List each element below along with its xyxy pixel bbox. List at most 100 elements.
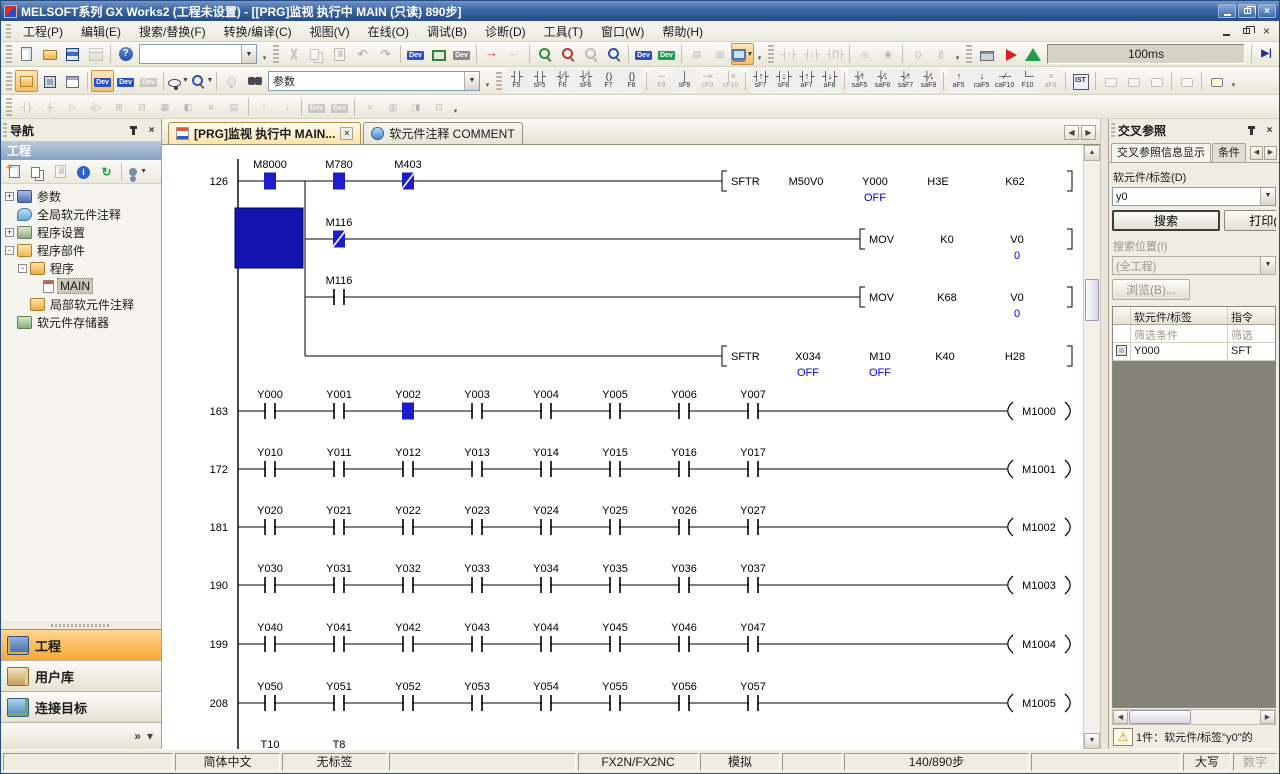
pin-icon[interactable] bbox=[126, 123, 141, 137]
menu-item-3[interactable]: 搜索/替换(F) bbox=[130, 22, 215, 42]
panel-splitter-handle[interactable] bbox=[1, 621, 161, 629]
menu-item-10[interactable]: 窗口(W) bbox=[592, 22, 653, 42]
toolbar-grip[interactable] bbox=[273, 45, 279, 63]
simulation-start-button[interactable] bbox=[998, 43, 1021, 65]
tab-close-icon[interactable]: × bbox=[340, 127, 353, 140]
application-instruction-button[interactable]: { }F8 bbox=[620, 68, 643, 93]
inline-st-button[interactable]: IST bbox=[1069, 70, 1092, 92]
panel-grip[interactable] bbox=[3, 123, 7, 137]
tab-scroll-right-icon[interactable]: ▶ bbox=[1081, 125, 1096, 140]
write-to-plc-button[interactable]: → bbox=[480, 43, 503, 65]
toolbar-grip[interactable] bbox=[6, 98, 12, 116]
simulation-stop-button[interactable] bbox=[1021, 43, 1044, 65]
rising-pulse-close-branch-button[interactable]: ┤∕↑saF7 bbox=[894, 68, 917, 93]
menu-item-1[interactable]: 工程(P) bbox=[14, 22, 72, 42]
device-monitor-button[interactable] bbox=[427, 43, 450, 65]
filter-device-cell[interactable]: 筛选条件 bbox=[1131, 325, 1228, 342]
falling-pulse-button[interactable]: ┤↓├sF8 bbox=[772, 68, 795, 93]
element-selection-button[interactable] bbox=[38, 70, 61, 92]
menu-item-4[interactable]: 转换/编译(C) bbox=[215, 22, 301, 42]
line-draw-button[interactable]: └─F10 bbox=[1016, 68, 1039, 93]
mdi-restore-button[interactable] bbox=[1238, 24, 1255, 38]
close-branch-button[interactable]: ┤∕├sF6 bbox=[574, 68, 597, 93]
toolbar-overflow-icon[interactable]: ▾ bbox=[259, 44, 270, 64]
output-window-button[interactable] bbox=[61, 70, 84, 92]
minimize-button[interactable] bbox=[1218, 4, 1236, 18]
toolbar-overflow-icon[interactable]: ▾ bbox=[482, 71, 493, 91]
ladder-editor[interactable]: 126M8000M780M403SFTRM50V0Y000OFFH3EK62M1… bbox=[162, 145, 1083, 749]
menu-item-8[interactable]: 诊断(D) bbox=[476, 22, 535, 42]
close-button[interactable]: × bbox=[1258, 4, 1276, 18]
comment-display-button[interactable] bbox=[1205, 70, 1228, 92]
zoom-setting-button[interactable]: ▼ bbox=[190, 70, 213, 92]
cross-reference-find-button[interactable] bbox=[243, 70, 266, 92]
mdi-close-button[interactable]: × bbox=[1258, 24, 1275, 38]
coil-button[interactable]: ( )F7 bbox=[597, 68, 620, 93]
invert-rising-button[interactable]: ↑aF5 bbox=[947, 68, 970, 93]
open-branch-button[interactable]: ┤├sF5 bbox=[528, 68, 551, 93]
browse-button[interactable]: 浏览(B)... bbox=[1112, 279, 1190, 300]
device-find-green-button[interactable] bbox=[533, 43, 556, 65]
print-button[interactable]: 打印(T bbox=[1224, 210, 1276, 231]
device-comment-search-button[interactable]: Dev bbox=[404, 43, 427, 65]
expand-toggle-icon[interactable]: - bbox=[5, 246, 14, 255]
scroll-thumb[interactable] bbox=[1085, 279, 1099, 321]
chevron-down-icon[interactable]: ▼ bbox=[1260, 188, 1275, 205]
rising-pulse-branch-button[interactable]: ┤↑├aF7 bbox=[795, 68, 818, 93]
nav-mode-user-library-button[interactable]: 用户库 bbox=[1, 660, 161, 691]
data-property-button[interactable]: i bbox=[72, 161, 95, 183]
toolbar-overflow-icon[interactable]: ▾ bbox=[952, 44, 963, 64]
device-comment-display-button[interactable]: Dev bbox=[91, 70, 114, 92]
scroll-left-icon[interactable]: ◀ bbox=[1113, 710, 1128, 724]
scroll-up-icon[interactable]: ▲ bbox=[1084, 145, 1100, 161]
device-test-button[interactable]: Dev bbox=[450, 43, 473, 65]
scroll-right-icon[interactable]: ▶ bbox=[1260, 710, 1275, 724]
invert-falling-button[interactable]: ↓caF5 bbox=[970, 68, 993, 93]
search-button[interactable]: 搜索 bbox=[1112, 210, 1220, 231]
expand-toggle-icon[interactable]: - bbox=[18, 264, 27, 273]
device-combo[interactable]: y0 ▼ bbox=[1112, 187, 1276, 206]
tab-device-comment[interactable]: 软元件注释 COMMENT bbox=[363, 122, 522, 144]
toolbar-overflow-icon[interactable]: ▾ bbox=[450, 97, 461, 117]
toolbar-grip[interactable] bbox=[6, 72, 12, 90]
step-execution-button[interactable]: ▶| bbox=[1255, 43, 1278, 65]
menu-item-11[interactable]: 帮助(H) bbox=[653, 22, 712, 42]
toolbar-grip[interactable] bbox=[496, 72, 502, 90]
quick-access-combo[interactable]: ▼ bbox=[139, 44, 257, 64]
scroll-down-icon[interactable]: ▼ bbox=[1084, 733, 1100, 749]
refresh-button[interactable]: ↻ bbox=[95, 161, 118, 183]
panel-splitter[interactable] bbox=[1100, 119, 1109, 749]
pin-icon[interactable] bbox=[1244, 123, 1259, 137]
tree-item-程序部件[interactable]: -程序部件 bbox=[1, 241, 161, 259]
horizontal-scrollbar[interactable]: ◀ ▶ bbox=[1112, 709, 1276, 725]
device-display-blue-button[interactable]: Dev bbox=[632, 43, 655, 65]
help-button[interactable]: ? bbox=[114, 43, 137, 65]
menu-item-7[interactable]: 调试(B) bbox=[418, 22, 476, 42]
vertical-scrollbar[interactable]: ▲ ▼ bbox=[1083, 145, 1100, 749]
restore-button[interactable] bbox=[1238, 4, 1256, 18]
find-target-combo[interactable]: 参数▼ bbox=[268, 71, 480, 91]
chevron-more-icon[interactable]: » bbox=[134, 729, 141, 743]
tree-item-main[interactable]: +MAIN bbox=[1, 277, 161, 295]
scroll-thumb[interactable] bbox=[1129, 710, 1191, 724]
open-project-button[interactable] bbox=[38, 43, 61, 65]
tab-scroll-left-icon[interactable]: ◀ bbox=[1250, 146, 1263, 160]
column-header-device[interactable]: 软元件/标签 bbox=[1131, 307, 1228, 324]
expand-toggle-icon[interactable]: + bbox=[5, 192, 14, 201]
falling-pulse-close-branch-button[interactable]: ┤∕↓saF8 bbox=[917, 68, 940, 93]
panel-menu-icon[interactable]: ▾ bbox=[147, 729, 153, 743]
close-icon[interactable]: × bbox=[1262, 123, 1277, 137]
tab-main-program[interactable]: [PRG]监视 执行中 MAIN...× bbox=[168, 122, 361, 144]
filter-instruction-cell[interactable]: 筛选 bbox=[1228, 325, 1276, 342]
edit-cursor[interactable] bbox=[235, 208, 303, 268]
menubar-grip[interactable] bbox=[6, 24, 11, 39]
panel-grip[interactable] bbox=[1111, 123, 1115, 137]
tab-scroll-left-icon[interactable]: ◀ bbox=[1064, 125, 1079, 140]
tab-scroll-right-icon[interactable]: ▶ bbox=[1264, 146, 1277, 160]
scroll-track[interactable] bbox=[1084, 161, 1100, 733]
falling-pulse-close-button[interactable]: ┤∕↓saF6 bbox=[871, 68, 894, 93]
chevron-down-icon[interactable]: ▼ bbox=[464, 72, 479, 90]
tree-item-全局软元件注释[interactable]: +全局软元件注释 bbox=[1, 205, 161, 223]
nav-mode-project-button[interactable]: 工程 bbox=[1, 629, 161, 660]
open-contact-button[interactable]: ┤├F5 bbox=[505, 68, 528, 93]
